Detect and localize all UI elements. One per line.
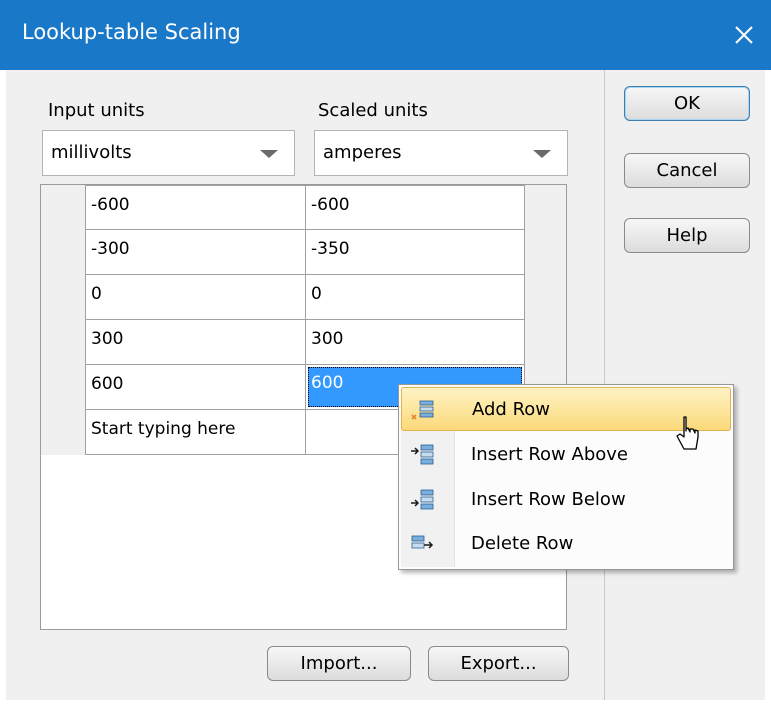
ok-button[interactable]: OK [624, 86, 750, 121]
menu-item-delete-row[interactable]: Delete Row [401, 522, 731, 566]
menu-item-label: Insert Row Below [471, 489, 626, 510]
table-cell-scaled[interactable]: 0 [306, 275, 525, 320]
table-cell-input[interactable]: -300 [85, 230, 306, 275]
context-menu: Add Row Insert Row Above Insert Row Belo… [398, 384, 734, 570]
add-row-icon [411, 400, 434, 420]
import-button[interactable]: Import... [267, 646, 411, 681]
table-cell-input[interactable]: -600 [85, 185, 306, 230]
table-cell-scaled[interactable]: 300 [306, 320, 525, 365]
menu-item-label: Delete Row [471, 533, 574, 554]
title-bar: Lookup-table Scaling [0, 0, 771, 70]
new-row-cell-input[interactable]: Start typing here [85, 410, 306, 455]
chevron-down-icon [533, 150, 551, 158]
mouse-pointer-icon [676, 416, 699, 450]
close-button[interactable] [717, 0, 771, 70]
insert-row-above-icon [411, 444, 434, 465]
table-cell-input[interactable]: 600 [85, 365, 306, 410]
delete-row-icon [411, 535, 434, 549]
scaled-units-label: Scaled units [318, 100, 428, 121]
close-icon [735, 26, 753, 44]
menu-item-insert-row-below[interactable]: Insert Row Below [401, 478, 731, 522]
scaled-units-select[interactable]: amperes [314, 130, 568, 176]
row-header-column [41, 185, 86, 455]
input-units-label: Input units [48, 100, 145, 121]
menu-item-label: Insert Row Above [471, 444, 628, 465]
input-units-value: millivolts [51, 142, 132, 163]
table-cell-scaled[interactable]: -600 [306, 185, 525, 230]
cancel-button[interactable]: Cancel [624, 153, 750, 188]
export-button[interactable]: Export... [428, 646, 569, 681]
help-button[interactable]: Help [624, 218, 750, 253]
chevron-down-icon [260, 150, 278, 158]
scaled-units-value: amperes [323, 142, 402, 163]
menu-item-label: Add Row [472, 399, 551, 420]
insert-row-below-icon [411, 489, 434, 510]
table-cell-input[interactable]: 300 [85, 320, 306, 365]
input-units-select[interactable]: millivolts [42, 130, 295, 176]
table-cell-input[interactable]: 0 [85, 275, 306, 320]
window-title: Lookup-table Scaling [22, 20, 241, 44]
table-cell-scaled[interactable]: -350 [306, 230, 525, 275]
